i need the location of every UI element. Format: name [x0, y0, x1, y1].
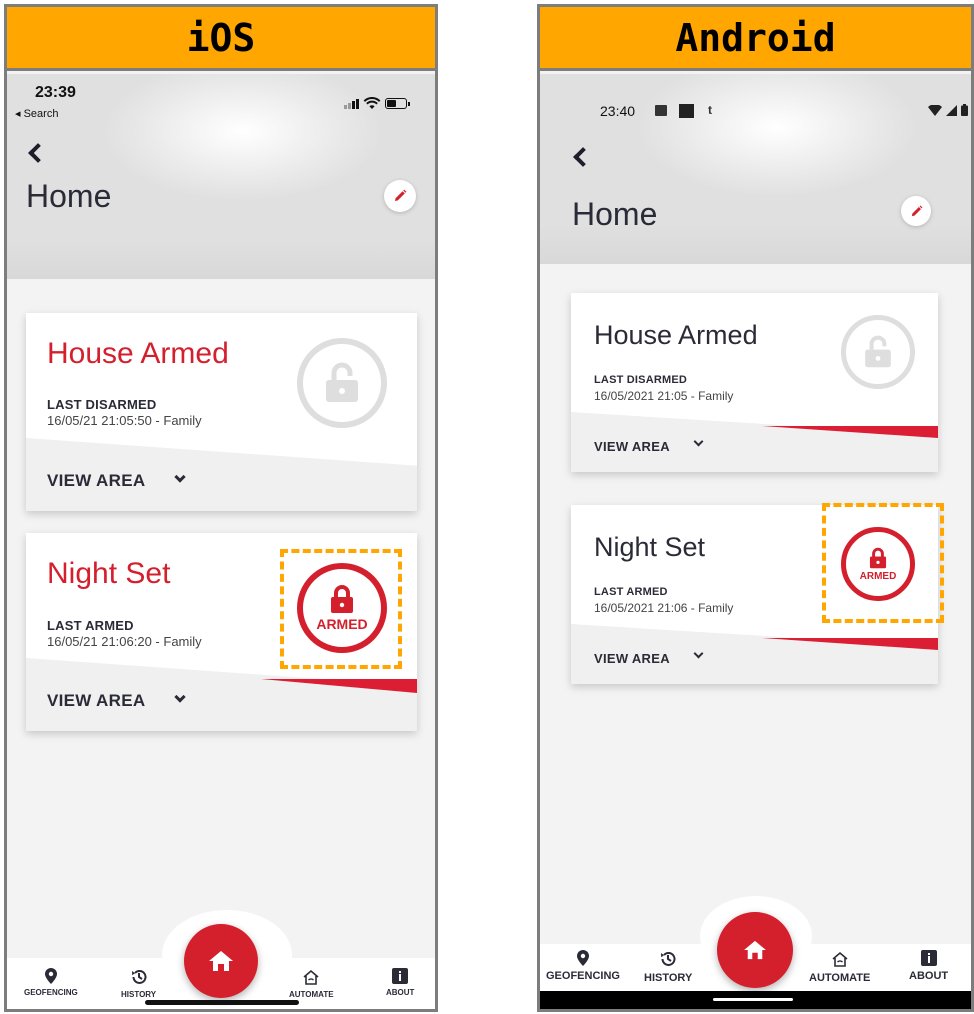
page-title: Home — [26, 178, 112, 214]
android-banner: Android — [540, 7, 971, 71]
ios-banner: iOS — [7, 7, 435, 71]
home-indicator[interactable] — [145, 1000, 299, 1005]
view-area-button[interactable]: VIEW AREA — [594, 439, 670, 454]
nav-history[interactable]: HISTORY — [644, 950, 692, 984]
location-pin-icon — [576, 950, 589, 966]
edit-button[interactable] — [901, 196, 931, 226]
pencil-icon — [911, 205, 922, 216]
smart-home-icon — [303, 969, 319, 985]
info-icon — [392, 968, 409, 984]
cellular-signal-icon — [344, 98, 359, 109]
last-event-label: LAST DISARMED — [594, 374, 688, 386]
home-icon — [744, 940, 766, 960]
highlight-box — [280, 549, 402, 669]
tumblr-notification-icon: t — [708, 103, 712, 117]
last-event-label: LAST ARMED — [594, 586, 668, 598]
area-name: Night Set — [47, 557, 171, 590]
area-name: House Armed — [594, 320, 758, 350]
nav-automate[interactable]: AUTOMATE — [289, 968, 334, 999]
gesture-handle[interactable] — [713, 998, 793, 1001]
nav-geofencing[interactable]: GEOFENCING — [546, 950, 620, 982]
nav-history-label: HISTORY — [644, 972, 693, 984]
status-icons — [928, 104, 968, 116]
view-area-button[interactable]: VIEW AREA — [47, 471, 145, 491]
disarmed-status-button[interactable] — [297, 338, 387, 428]
area-name: Night Set — [594, 532, 706, 562]
history-icon — [131, 970, 147, 984]
status-icons — [344, 97, 410, 110]
status-time: 23:40 — [600, 103, 636, 119]
gallery-notification-icon — [655, 105, 667, 116]
last-event-label: LAST DISARMED — [47, 397, 157, 412]
android-panel: Android 23:40 t Home House Armed LAST DI… — [537, 4, 974, 1012]
nav-about-label: ABOUT — [386, 988, 415, 997]
unlocked-padlock-icon — [326, 362, 358, 402]
unlocked-padlock-icon — [865, 335, 891, 368]
view-area-button[interactable]: VIEW AREA — [47, 691, 145, 711]
history-icon — [661, 952, 676, 966]
location-pin-icon — [44, 968, 57, 984]
home-fab-button[interactable] — [184, 924, 258, 998]
ios-screen: 23:39 ◂ Search Home House Armed LAST DIS… — [7, 74, 435, 1009]
last-event-value: 16/05/21 21:05:50 - Family — [47, 413, 202, 428]
nav-geofencing[interactable]: GEOFENCING — [24, 968, 78, 997]
wifi-icon — [363, 97, 381, 109]
android-screen: 23:40 t Home House Armed LAST DISARMED 1… — [540, 74, 971, 1009]
cellular-signal-icon — [946, 104, 957, 116]
nav-history-label: HISTORY — [121, 990, 157, 999]
last-event-value: 16/05/2021 21:05 - Family — [594, 389, 734, 403]
view-area-button[interactable]: VIEW AREA — [594, 651, 670, 666]
last-event-value: 16/05/2021 21:06 - Family — [594, 601, 734, 615]
status-time: 23:39 — [35, 84, 76, 101]
edit-button[interactable] — [384, 180, 416, 212]
battery-icon — [961, 104, 968, 116]
app-notification-icon — [679, 104, 694, 118]
home-fab-button[interactable] — [717, 912, 793, 988]
nav-about[interactable]: ABOUT — [386, 968, 414, 997]
battery-icon — [385, 98, 410, 109]
highlight-box — [822, 503, 944, 623]
nav-geofencing-label: GEOFENCING — [546, 970, 620, 982]
area-card-house-armed[interactable]: House Armed LAST DISARMED 16/05/21 21:05… — [26, 313, 417, 511]
nav-geofencing-label: GEOFENCING — [24, 988, 78, 997]
page-title: Home — [572, 196, 658, 232]
nav-history[interactable]: HISTORY — [121, 968, 156, 999]
back-to-app-link[interactable]: ◂ Search — [15, 107, 58, 120]
nav-automate[interactable]: AUTOMATE — [809, 950, 870, 984]
pencil-icon — [395, 189, 407, 201]
ios-panel: iOS 23:39 ◂ Search Home House Armed LAST… — [4, 4, 438, 1012]
last-event-label: LAST ARMED — [47, 618, 134, 633]
area-name: House Armed — [47, 337, 229, 370]
disarmed-status-button[interactable] — [841, 315, 915, 389]
nav-about-label: ABOUT — [909, 970, 949, 982]
nav-automate-label: AUTOMATE — [809, 972, 871, 984]
system-navigation-bar — [540, 991, 971, 1009]
nav-about[interactable]: ABOUT — [909, 950, 948, 982]
home-icon — [209, 951, 233, 971]
nav-automate-label: AUTOMATE — [289, 990, 334, 999]
area-card-house-armed[interactable]: House Armed LAST DISARMED 16/05/2021 21:… — [571, 293, 938, 472]
smart-home-icon — [832, 951, 848, 967]
last-event-value: 16/05/21 21:06:20 - Family — [47, 634, 202, 649]
info-icon — [920, 950, 937, 966]
wifi-icon — [928, 104, 942, 116]
